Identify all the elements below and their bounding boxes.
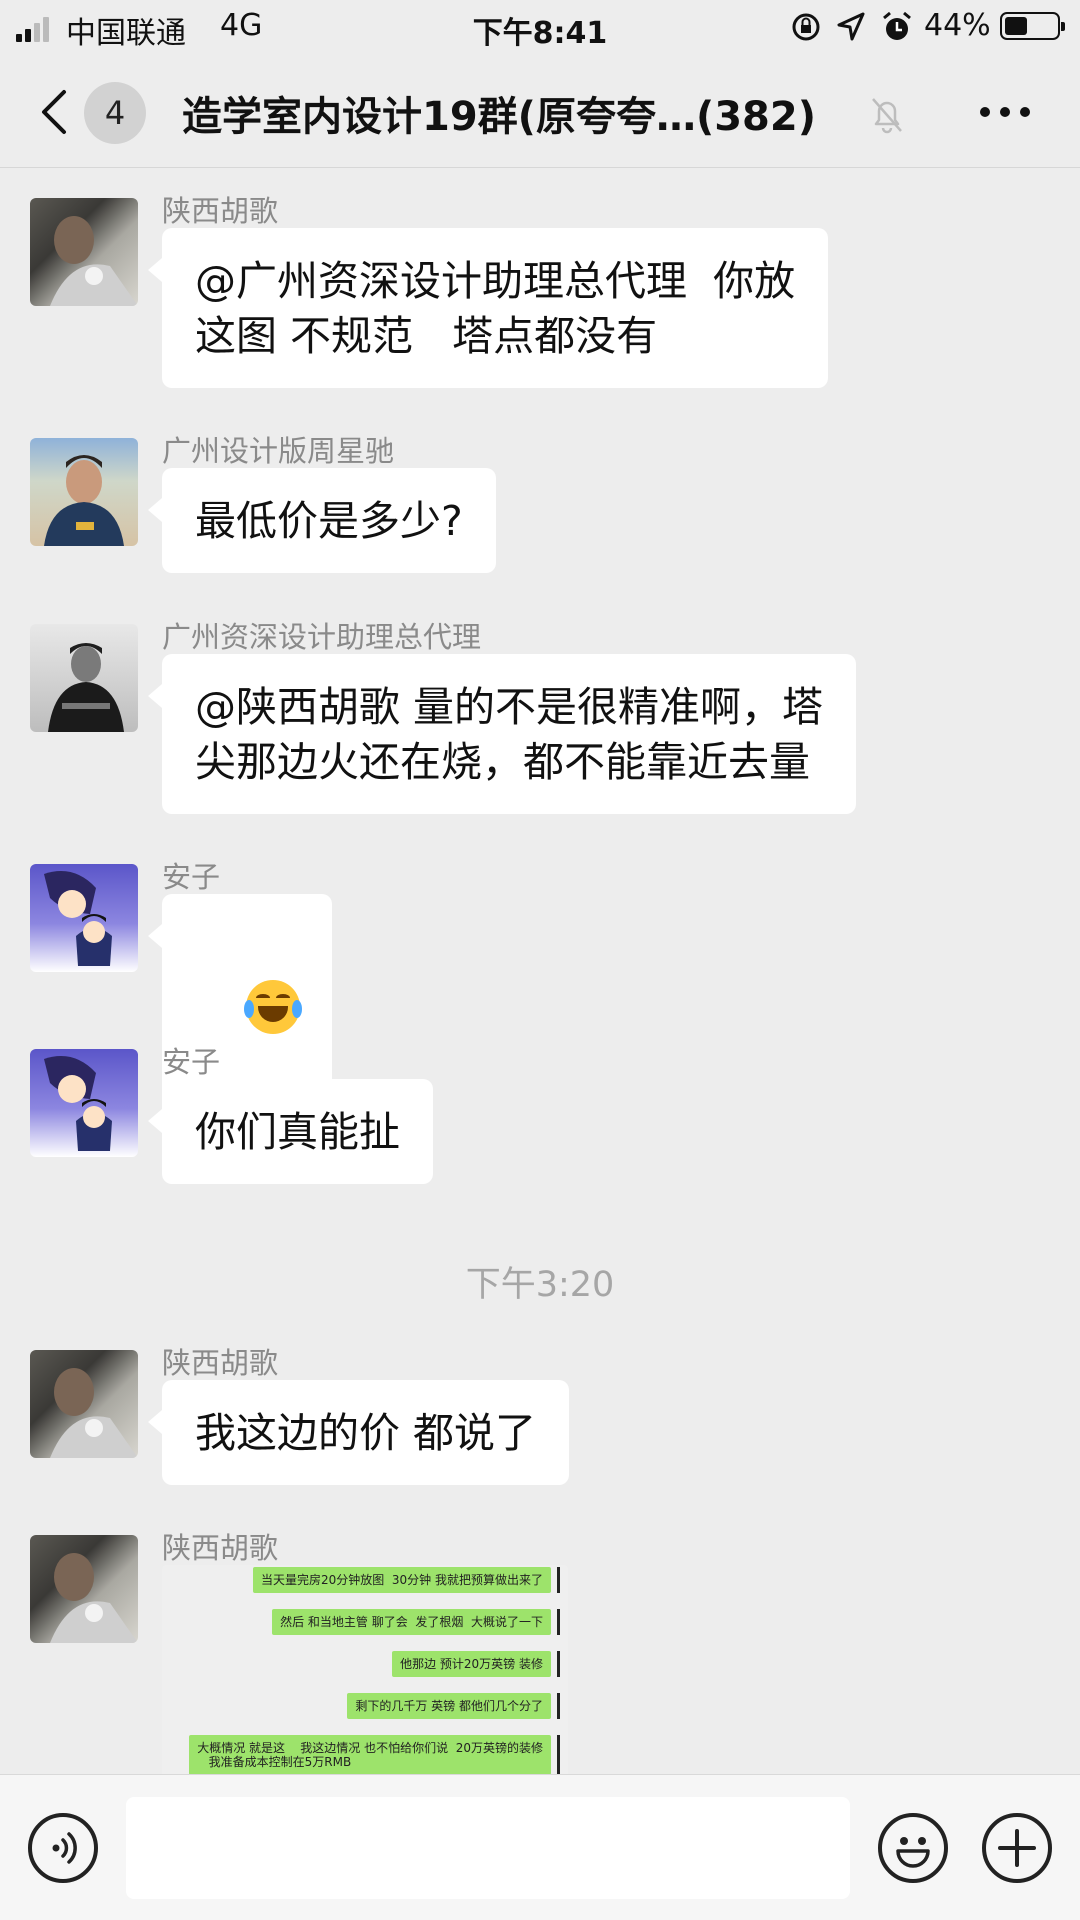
- back-chevron-icon[interactable]: [36, 88, 72, 136]
- status-icons: [790, 10, 920, 44]
- message-bubble[interactable]: 你们真能扯: [148, 1079, 433, 1184]
- screenshot-bubble: 大概情况 就是这 我这边情况 也不怕给你们说 20万英镑的装修 我准备成本控制在…: [189, 1735, 551, 1775]
- more-functions-button[interactable]: [982, 1813, 1052, 1883]
- message-bubble[interactable]: @陕西胡歌 量的不是很精准啊，塔 尖那边火还在烧，都不能靠近去量: [147, 654, 857, 814]
- screenshot-chat-line: 大概情况 就是这 我这边情况 也不怕给你们说 20万英镑的装修 我准备成本控制在…: [189, 1735, 560, 1775]
- emoji-button[interactable]: [878, 1813, 948, 1883]
- sender-name: 广州资深设计助理总代理: [162, 620, 482, 654]
- screenshot-bubble: 剩下的几千万 英镑 都他们几个分了: [347, 1693, 551, 1719]
- screenshot-chat-line: 他那边 预计20万英镑 装修: [392, 1651, 560, 1677]
- message-timestamp: 下午3:20: [465, 1265, 615, 1305]
- smiley-icon: [896, 1837, 930, 1868]
- rotation-lock-icon: [792, 13, 820, 41]
- screenshot-chat-line: 当天量完房20分钟放图 30分钟 我就把预算做出来了: [253, 1567, 560, 1593]
- plus-icon: [998, 1829, 1036, 1867]
- sender-name: 安子: [162, 1045, 221, 1079]
- avatar[interactable]: [30, 1049, 138, 1157]
- sender-name: 安子: [162, 860, 221, 894]
- chat-title: 造学室内设计19群(原夸夸…(382): [182, 94, 817, 140]
- sender-name: 陕西胡歌: [162, 194, 279, 228]
- sender-name: 广州设计版周星驰: [162, 434, 395, 468]
- message-bubble[interactable]: 我这边的价 都说了: [147, 1380, 570, 1485]
- screenshot-bubble: 当天量完房20分钟放图 30分钟 我就把预算做出来了: [253, 1567, 551, 1593]
- avatar[interactable]: [30, 1535, 138, 1643]
- message-input[interactable]: [126, 1797, 850, 1899]
- avatar[interactable]: [30, 864, 138, 972]
- voice-input-button[interactable]: [28, 1813, 98, 1883]
- sender-name: 陕西胡歌: [162, 1346, 279, 1380]
- unread-count-badge[interactable]: 4: [84, 82, 146, 144]
- avatar[interactable]: [30, 198, 138, 306]
- location-arrow-icon: [837, 12, 865, 41]
- screenshot-bubble: 然后 和当地主管 聊了会 发了根烟 大概说了一下: [272, 1609, 551, 1635]
- screenshot-bubble: 他那边 预计20万英镑 装修: [392, 1651, 551, 1677]
- screenshot-chat-line: 剩下的几千万 英镑 都他们几个分了: [347, 1693, 560, 1719]
- sender-name: 陕西胡歌: [162, 1531, 279, 1565]
- chat-header: 4 造学室内设计19群(原夸夸…(382): [0, 54, 1080, 168]
- message-bubble[interactable]: @广州资深设计助理总代理 你放 这图 不规范 塔点都没有: [147, 228, 829, 388]
- voice-icon: [52, 1832, 77, 1864]
- avatar[interactable]: [30, 624, 138, 732]
- battery-percentage: 44%: [924, 8, 991, 43]
- more-options-button[interactable]: [980, 104, 1034, 118]
- avatar[interactable]: [30, 1350, 138, 1458]
- screenshot-chat-line: 然后 和当地主管 聊了会 发了根烟 大概说了一下: [272, 1609, 560, 1635]
- message-bubble[interactable]: 最低价是多少?: [148, 468, 496, 573]
- tears-of-joy-emoji-icon: [244, 980, 303, 1034]
- battery-icon: [1000, 12, 1065, 40]
- image-message[interactable]: 当天量完房20分钟放图 30分钟 我就把预算做出来了 然后 和当地主管 聊了会 …: [162, 1565, 568, 1801]
- mute-bell-icon: [872, 98, 902, 134]
- input-bar: [0, 1774, 1080, 1920]
- avatar[interactable]: [30, 438, 138, 546]
- status-bar: 中国联通 4G 下午8:41 44%: [0, 0, 1080, 54]
- alarm-clock-icon: [883, 11, 911, 40]
